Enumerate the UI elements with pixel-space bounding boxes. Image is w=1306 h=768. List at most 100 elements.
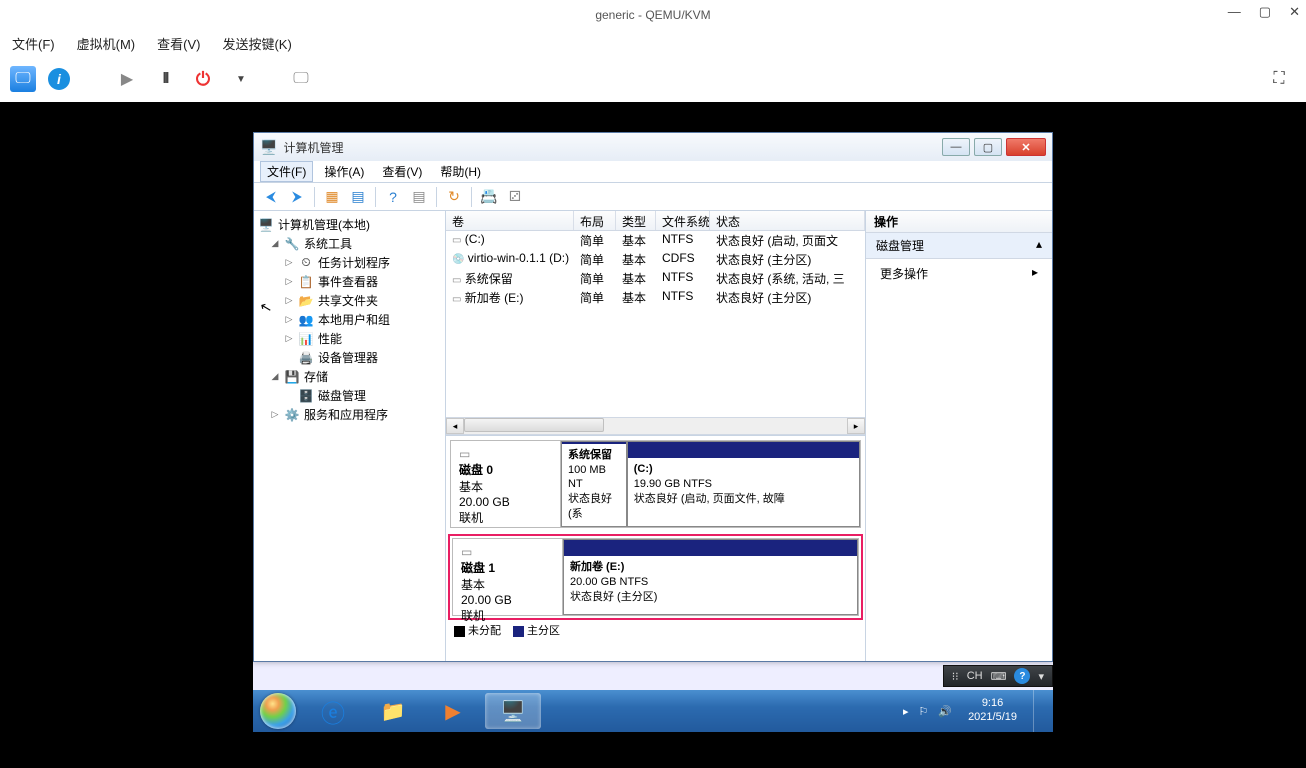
- start-button[interactable]: [253, 690, 303, 732]
- guest-desktop: 🖥️ 计算机管理 — ▢ ✕ 文件(F) 操作(A) 查看(V) 帮助(H) ⮜…: [253, 132, 1053, 732]
- disk-1-part-0[interactable]: 新加卷 (E:) 20.00 GB NTFS 状态良好 (主分区): [563, 539, 858, 615]
- ime-help-icon[interactable]: ?: [1014, 668, 1030, 684]
- power-icon[interactable]: ⏻: [190, 66, 216, 92]
- vm-toolbar: 🖵 i ▶ II ⏻ ▼ 🖵 ⛶: [0, 56, 1306, 102]
- ime-grip-icon[interactable]: ⁝⁝: [952, 670, 959, 683]
- actions-header: 操作: [866, 211, 1052, 233]
- keyboard-icon[interactable]: ⌨: [991, 670, 1007, 683]
- properties-icon[interactable]: ▤: [347, 186, 369, 208]
- volume-row[interactable]: 💿 virtio-win-0.1.1 (D:)简单基本CDFS状态良好 (主分区…: [446, 250, 865, 269]
- mmc-menu-action[interactable]: 操作(A): [317, 161, 371, 182]
- tree-storage[interactable]: 存储: [304, 368, 328, 385]
- part-name: 新加卷 (E:): [570, 561, 624, 573]
- info-icon[interactable]: i: [48, 68, 70, 90]
- tree-systools[interactable]: 系统工具: [304, 235, 352, 252]
- col-type[interactable]: 类型: [616, 211, 656, 230]
- dropdown-icon[interactable]: ▼: [228, 66, 254, 92]
- disk-0-state: 联机: [459, 511, 483, 525]
- vm-menu-machine[interactable]: 虚拟机(M): [77, 34, 136, 53]
- horizontal-scrollbar[interactable]: ◂ ▸: [446, 417, 865, 435]
- mmc-close-button[interactable]: ✕: [1006, 138, 1046, 156]
- scroll-right-icon[interactable]: ▸: [847, 418, 865, 434]
- tree-devicemgr[interactable]: 设备管理器: [318, 349, 378, 366]
- actions-title[interactable]: 磁盘管理 ▴: [866, 233, 1052, 259]
- disk-0-part-0[interactable]: 系统保留 100 MB NT 状态良好 (系: [561, 441, 627, 527]
- play-icon[interactable]: ▶: [114, 66, 140, 92]
- actions-more[interactable]: 更多操作 ▸: [866, 259, 1052, 288]
- misc-icon[interactable]: ⚂: [504, 186, 526, 208]
- show-desktop-button[interactable]: [1033, 690, 1045, 732]
- monitor-icon[interactable]: 🖵: [10, 66, 36, 92]
- mmc-menu-file[interactable]: 文件(F): [260, 161, 313, 182]
- col-volume[interactable]: 卷: [446, 211, 574, 230]
- tree-diskmgmt[interactable]: 磁盘管理: [318, 387, 366, 404]
- disk-0-part-1[interactable]: (C:) 19.90 GB NTFS 状态良好 (启动, 页面文件, 故障: [627, 441, 860, 527]
- tray-action-icon[interactable]: ⚐: [918, 705, 928, 718]
- vm-menu-file[interactable]: 文件(F): [12, 34, 55, 53]
- tree-root[interactable]: 计算机管理(本地): [278, 216, 370, 233]
- forward-icon[interactable]: ⮞: [286, 186, 308, 208]
- scroll-thumb[interactable]: [464, 418, 604, 432]
- volume-row[interactable]: ▭ 系统保留简单基本NTFS状态良好 (系统, 活动, 三: [446, 269, 865, 288]
- taskbar-compmgmt[interactable]: 🖥️: [485, 693, 541, 729]
- vm-menu-view[interactable]: 查看(V): [157, 34, 200, 53]
- expand-icon[interactable]: ▸: [1032, 265, 1038, 282]
- mmc-maximize-button[interactable]: ▢: [974, 138, 1002, 156]
- system-tray[interactable]: ▸ ⚐ 🔊 9:16 2021/5/19: [903, 690, 1053, 732]
- tree-icon[interactable]: ▦: [321, 186, 343, 208]
- scroll-left-icon[interactable]: ◂: [446, 418, 464, 434]
- tree-services[interactable]: 服务和应用程序: [304, 406, 388, 423]
- list-icon[interactable]: ▤: [408, 186, 430, 208]
- navigation-tree[interactable]: ↖ 🖥️计算机管理(本地) ◢🔧系统工具 ▷⏲任务计划程序 ▷📋事件查看器 ▷📂…: [254, 211, 446, 661]
- ime-lang[interactable]: CH: [967, 670, 983, 682]
- fullscreen-icon[interactable]: ⛶: [1266, 66, 1292, 92]
- taskbar-mediaplayer[interactable]: ▶: [425, 693, 481, 729]
- disk-1-label: ▭ 磁盘 1 基本 20.00 GB 联机: [453, 539, 563, 615]
- vm-titlebar: generic - QEMU/KVM — ▢ ✕: [0, 0, 1306, 30]
- mmc-title-icon: 🖥️: [260, 139, 277, 156]
- volume-row[interactable]: ▭ (C:)简单基本NTFS状态良好 (启动, 页面文: [446, 231, 865, 250]
- tray-clock[interactable]: 9:16 2021/5/19: [962, 697, 1023, 725]
- part-name: (C:): [634, 463, 653, 475]
- disk-1-name: 磁盘 1: [461, 559, 554, 576]
- minimize-icon[interactable]: —: [1228, 4, 1241, 20]
- tray-flag-icon[interactable]: ▸: [903, 705, 909, 718]
- help-icon[interactable]: ?: [382, 186, 404, 208]
- taskbar[interactable]: ⓔ 📁 ▶ 🖥️ ▸ ⚐ 🔊 9:16 2021/5/19: [253, 690, 1053, 732]
- col-status[interactable]: 状态: [710, 211, 865, 230]
- volume-table-body[interactable]: ▭ (C:)简单基本NTFS状态良好 (启动, 页面文💿 virtio-win-…: [446, 231, 865, 307]
- maximize-icon[interactable]: ▢: [1259, 4, 1271, 20]
- disk-0-block[interactable]: ▭ 磁盘 0 基本 20.00 GB 联机 系统保留: [450, 440, 861, 528]
- mmc-menu-view[interactable]: 查看(V): [375, 161, 429, 182]
- ime-bar[interactable]: ⁝⁝ CH ⌨ ? ▾: [943, 665, 1053, 687]
- col-fs[interactable]: 文件系统: [656, 211, 710, 230]
- back-icon[interactable]: ⮜: [260, 186, 282, 208]
- volume-table-header[interactable]: 卷 布局 类型 文件系统 状态: [446, 211, 865, 231]
- tree-taskscheduler[interactable]: 任务计划程序: [318, 254, 390, 271]
- vm-menu-sendkey[interactable]: 发送按键(K): [222, 34, 291, 53]
- taskbar-ie[interactable]: ⓔ: [305, 693, 361, 729]
- tree-eventviewer[interactable]: 事件查看器: [318, 273, 378, 290]
- disk-1-block[interactable]: ▭ 磁盘 1 基本 20.00 GB 联机 新加卷 (E: [452, 538, 859, 616]
- tray-volume-icon[interactable]: 🔊: [938, 705, 952, 718]
- tree-sharedfolders[interactable]: 共享文件夹: [318, 292, 378, 309]
- pause-icon[interactable]: II: [152, 66, 178, 92]
- tree-performance[interactable]: 性能: [318, 330, 342, 347]
- close-icon[interactable]: ✕: [1289, 4, 1300, 20]
- screenshot-icon[interactable]: 🖵: [288, 66, 314, 92]
- volume-row[interactable]: ▭ 新加卷 (E:)简单基本NTFS状态良好 (主分区): [446, 288, 865, 307]
- settings-icon[interactable]: 📇: [478, 186, 500, 208]
- col-layout[interactable]: 布局: [574, 211, 616, 230]
- mmc-minimize-button[interactable]: —: [942, 138, 970, 156]
- mmc-titlebar[interactable]: 🖥️ 计算机管理 — ▢ ✕: [254, 133, 1052, 161]
- mmc-menu-help[interactable]: 帮助(H): [433, 161, 488, 182]
- ime-menu-icon[interactable]: ▾: [1038, 670, 1044, 683]
- legend-unalloc: 未分配: [468, 625, 501, 637]
- tree-localusers[interactable]: 本地用户和组: [318, 311, 390, 328]
- disk-0-label: ▭ 磁盘 0 基本 20.00 GB 联机: [451, 441, 561, 527]
- taskbar-explorer[interactable]: 📁: [365, 693, 421, 729]
- disk-0-type: 基本: [459, 480, 483, 494]
- disk-1-type: 基本: [461, 578, 485, 592]
- collapse-icon[interactable]: ▴: [1036, 237, 1042, 254]
- refresh-icon[interactable]: ↻: [443, 186, 465, 208]
